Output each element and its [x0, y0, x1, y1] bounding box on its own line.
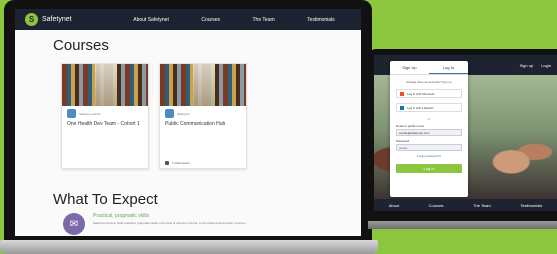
course-footer: In Discussion	[160, 161, 246, 165]
nav-link-testimonials[interactable]: Testimonials	[307, 17, 335, 23]
logo[interactable]: S Safetynet	[25, 13, 117, 26]
feature-description: Safetynet aims to build practical, pragm…	[93, 221, 248, 225]
tab-signup[interactable]: Sign Up	[390, 61, 429, 74]
login-tabs: Sign Up Log In	[390, 61, 468, 75]
footer-link-team[interactable]: The Team	[473, 203, 491, 208]
logo-icon: S	[25, 13, 38, 26]
laptop: S Safetynet About Safetynet Courses The …	[0, 0, 378, 254]
course-image	[160, 64, 246, 106]
microsoft-login-button[interactable]: Log in with Microsoft	[396, 89, 462, 98]
avatar	[67, 109, 76, 118]
monitor-nav-login[interactable]: Login	[541, 63, 551, 68]
discussion-icon	[165, 161, 169, 165]
forgot-password-link[interactable]: Forgot password?	[390, 154, 468, 158]
footer-link-about[interactable]: About	[389, 203, 399, 208]
avatar	[165, 109, 174, 118]
course-author: Safetynet Admin	[79, 111, 101, 116]
top-navbar: S Safetynet About Safetynet Courses The …	[15, 9, 361, 30]
courses-heading: Courses	[53, 37, 109, 54]
password-label: Password	[396, 139, 410, 143]
course-meta: Safetynet	[160, 106, 246, 118]
course-footer-text: In Discussion	[172, 161, 190, 165]
monitor-footer: About Courses The Team Testimonials	[374, 199, 557, 211]
monitor-nav-signup[interactable]: Sign up	[520, 63, 534, 68]
nav-links: About Safetynet Courses The Team Testimo…	[117, 17, 351, 23]
course-title[interactable]: One Health Dev Team - Cohort 1	[62, 118, 148, 127]
laptop-screen: S Safetynet About Safetynet Courses The …	[15, 9, 361, 236]
course-card[interactable]: Safetynet Admin One Health Dev Team - Co…	[61, 63, 149, 169]
tab-login[interactable]: Log In	[429, 61, 468, 74]
footer-link-courses[interactable]: Courses	[429, 203, 444, 208]
linkedin-icon	[400, 105, 404, 110]
logo-text: Safetynet	[42, 16, 72, 23]
chat-icon: ✉	[63, 213, 85, 235]
expect-heading: What To Expect	[53, 191, 158, 208]
microsoft-login-label: Log in with Microsoft	[407, 91, 435, 96]
feature-item: ✉ Practical, pragmatic skills Safetynet …	[15, 213, 361, 235]
linkedin-login-button[interactable]: Log in with LinkedIn	[396, 103, 462, 112]
feature-name: Practical, pragmatic skills	[93, 213, 150, 219]
login-prompt-text: Already have an account?	[406, 80, 441, 84]
nav-link-about[interactable]: About Safetynet	[133, 17, 169, 23]
feature-text: Practical, pragmatic skills Safetynet ai…	[93, 213, 313, 235]
nav-link-courses[interactable]: Courses	[201, 17, 220, 23]
login-modal: Sign Up Log In Already have an account? …	[390, 61, 468, 197]
monitor-screen: Sign up Login Sign Up Log In Already hav…	[374, 55, 557, 211]
login-prompt: Already have an account? Sign up	[390, 80, 468, 84]
course-card[interactable]: Safetynet Public Communication Hub In Di…	[159, 63, 247, 169]
monitor: Sign up Login Sign Up Log In Already hav…	[368, 49, 557, 221]
login-button[interactable]: Log in	[396, 164, 462, 173]
signup-link[interactable]: Sign up	[442, 80, 452, 84]
password-field[interactable]	[396, 144, 462, 151]
email-field[interactable]	[396, 129, 462, 136]
or-divider: or	[427, 117, 431, 121]
linkedin-login-label: Log in with LinkedIn	[407, 105, 434, 110]
course-image	[62, 64, 148, 106]
monitor-stand	[368, 221, 557, 229]
course-cards: Safetynet Admin One Health Dev Team - Co…	[15, 63, 361, 169]
microsoft-icon	[400, 91, 404, 96]
email-label: Email or public name	[396, 124, 425, 128]
course-title[interactable]: Public Communication Hub	[160, 118, 246, 127]
footer-link-testimonials[interactable]: Testimonials	[520, 203, 542, 208]
laptop-base	[0, 240, 378, 254]
nav-link-team[interactable]: The Team	[253, 17, 275, 23]
course-meta: Safetynet Admin	[62, 106, 148, 118]
course-author: Safetynet	[177, 111, 190, 116]
